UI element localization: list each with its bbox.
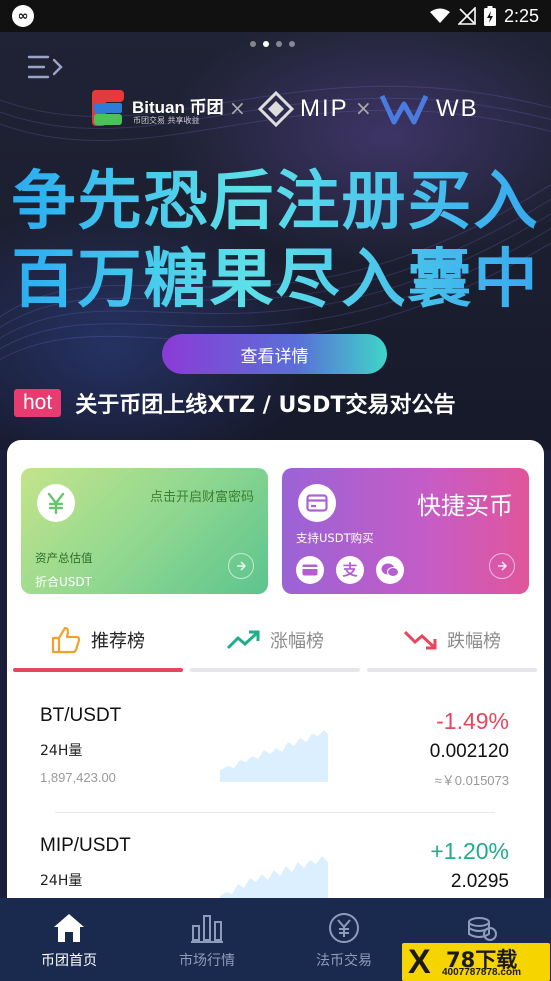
ranking-tabs: 推荐榜 涨幅榜 跌幅榜 xyxy=(7,608,544,672)
banner-headline-line2: 百万糖果尽入囊中 xyxy=(0,228,551,320)
watermark-x-icon: X xyxy=(408,943,431,981)
mip-name: MIP xyxy=(300,95,349,122)
volume-value: 1,897,423.00 xyxy=(40,770,116,785)
pair-name: BT/USDT xyxy=(40,705,122,726)
watermark-sub: 4007787878.com xyxy=(442,967,521,978)
mip-logo-icon xyxy=(258,91,294,127)
tab-gainers[interactable]: 涨幅榜 xyxy=(190,608,360,672)
wifi-icon xyxy=(429,8,450,23)
divider xyxy=(55,812,495,813)
nav-home[interactable]: 币团首页 xyxy=(14,898,124,981)
nav-label: 市场行情 xyxy=(179,953,235,969)
thumbs-up-icon xyxy=(51,626,81,654)
bank-card-icon xyxy=(296,556,324,584)
view-details-button[interactable]: 查看详情 xyxy=(162,334,387,374)
announcement-text[interactable]: 关于币团上线XTZ / USDT交易对公告 xyxy=(75,387,455,419)
tab-recommended[interactable]: 推荐榜 xyxy=(13,608,183,672)
battery-charging-icon xyxy=(483,6,496,26)
nav-label: 币团首页 xyxy=(41,953,97,969)
bituan-tagline: 币团交易 共享收益 xyxy=(133,116,200,125)
signal-off-icon xyxy=(457,7,476,25)
market-row-mip-usdt[interactable]: MIP/USDT 24H量 +1.20% 2.0295 xyxy=(7,820,544,900)
quick-buy-subtitle: 支持USDT购买 xyxy=(296,531,374,545)
pair-name: MIP/USDT xyxy=(40,835,131,856)
carousel-dot-active[interactable] xyxy=(263,41,269,47)
payment-methods: 支 xyxy=(296,556,404,584)
nav-market[interactable]: 市场行情 xyxy=(152,898,262,981)
last-price: 0.002120 xyxy=(429,741,509,762)
assets-usdt-label: 折合USDT xyxy=(35,575,92,589)
tab-indicator-active xyxy=(13,668,183,672)
price-change: -1.49% xyxy=(436,708,509,734)
market-row-bt-usdt[interactable]: BT/USDT 24H量 1,897,423.00 -1.49% 0.00212… xyxy=(7,690,544,808)
last-price: 2.0295 xyxy=(450,871,509,892)
svg-text:支: 支 xyxy=(341,561,358,579)
assets-total-label: 资产总估值 xyxy=(35,551,93,565)
carousel-dot[interactable] xyxy=(250,41,256,47)
tab-losers[interactable]: 跌幅榜 xyxy=(367,608,537,672)
carousel-indicator[interactable] xyxy=(250,41,295,47)
volume-label: 24H量 xyxy=(40,743,83,759)
yen-circle-icon xyxy=(329,913,359,943)
tab-label: 跌幅榜 xyxy=(447,631,501,652)
tab-indicator xyxy=(367,668,537,672)
home-icon xyxy=(54,914,84,942)
app-icon: ∞ xyxy=(12,5,34,27)
sparkline-chart xyxy=(220,856,328,900)
trend-down-icon xyxy=(403,630,437,650)
wb-name: WB xyxy=(436,95,479,122)
price-change: +1.20% xyxy=(430,838,509,864)
quick-buy-card[interactable]: 快捷买币 支持USDT购买 支 xyxy=(282,468,529,594)
yen-icon xyxy=(37,484,75,522)
card-icon xyxy=(298,484,336,522)
arrow-right-icon[interactable] xyxy=(489,553,515,579)
arrow-right-icon[interactable] xyxy=(228,553,254,579)
trend-up-icon xyxy=(226,630,260,650)
separator: × xyxy=(229,96,246,120)
status-time: 2:25 xyxy=(503,5,539,26)
site-watermark: X 78下载 4007787878.com xyxy=(402,943,550,981)
assets-card[interactable]: 点击开启财富密码 资产总估值 折合USDT xyxy=(21,468,268,594)
bar-chart-icon xyxy=(191,915,223,943)
nav-otc[interactable]: 法币交易 xyxy=(289,898,399,981)
menu-expand-icon[interactable] xyxy=(26,52,64,82)
volume-label: 24H量 xyxy=(40,873,83,889)
tab-label: 推荐榜 xyxy=(91,631,145,652)
nav-label: 法币交易 xyxy=(316,953,372,969)
status-bar: ∞ 2:25 xyxy=(0,0,551,32)
separator: × xyxy=(355,96,372,120)
quick-buy-title: 快捷买币 xyxy=(417,492,513,520)
home-content: 点击开启财富密码 资产总估值 折合USDT 快捷买币 支持USDT购买 支 推荐… xyxy=(7,440,544,900)
coins-icon xyxy=(468,917,497,941)
alipay-icon: 支 xyxy=(336,556,364,584)
announcement-bar[interactable]: hot 关于币团上线XTZ / USDT交易对公告 xyxy=(14,386,544,420)
partner-logos: Bituan 币团 币团交易 共享收益 × MIP × WB xyxy=(0,90,551,130)
carousel-dot[interactable] xyxy=(289,41,295,47)
carousel-dot[interactable] xyxy=(276,41,282,47)
wb-logo-icon xyxy=(380,94,428,125)
wealth-password-link[interactable]: 点击开启财富密码 xyxy=(150,486,254,505)
tab-indicator xyxy=(190,668,360,672)
sparkline-chart xyxy=(220,730,328,782)
tab-label: 涨幅榜 xyxy=(270,631,324,652)
cny-price: ≈￥0.015073 xyxy=(434,773,509,788)
promo-banner[interactable]: Bituan 币团 币团交易 共享收益 × MIP × WB 争先恐后注册买入 … xyxy=(0,32,551,450)
bituan-logo-icon xyxy=(92,90,124,126)
wechat-icon xyxy=(376,556,404,584)
hot-badge: hot xyxy=(14,389,62,417)
